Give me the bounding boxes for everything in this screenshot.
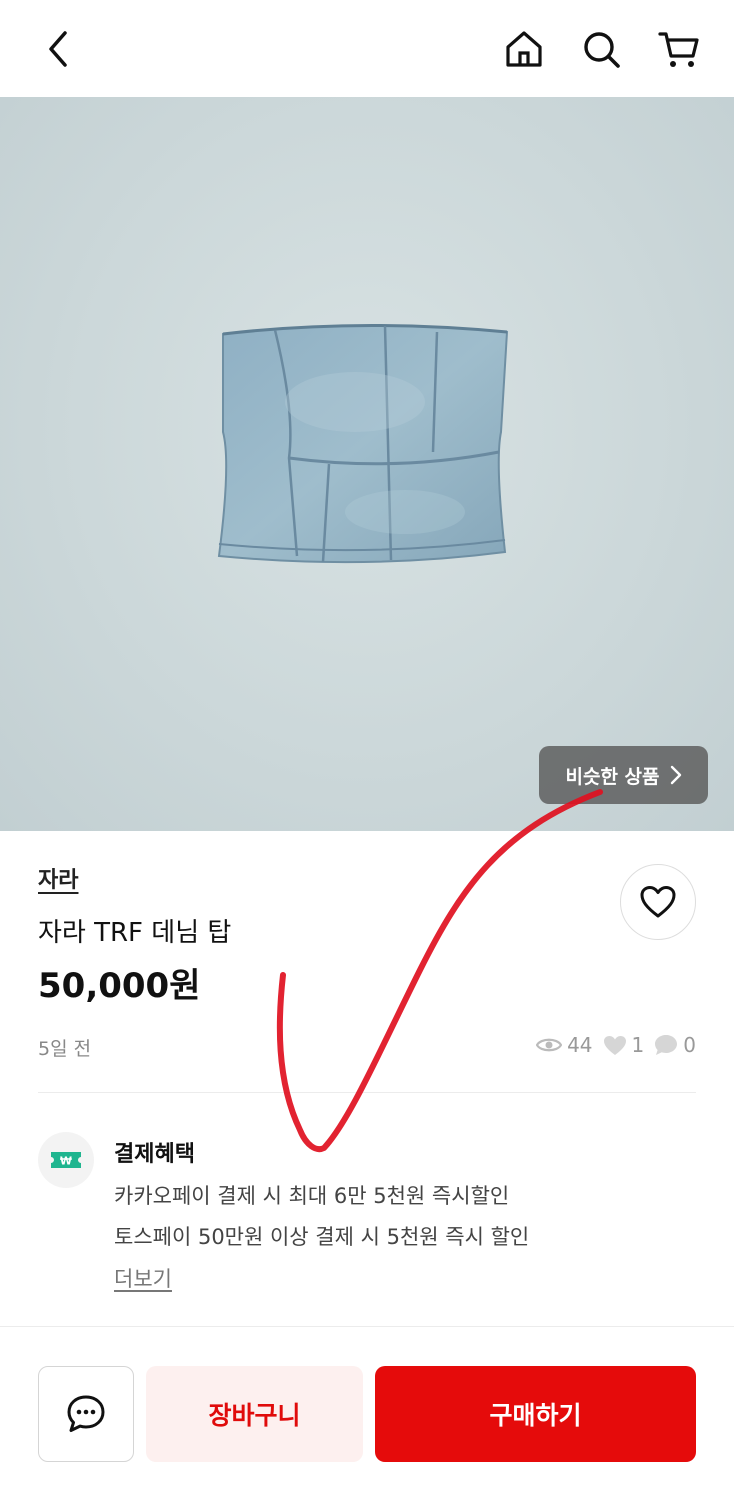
divider bbox=[0, 1326, 734, 1327]
likes-stat: 1 bbox=[603, 1033, 645, 1057]
chevron-left-icon bbox=[49, 31, 67, 67]
search-icon bbox=[584, 32, 620, 68]
home-button[interactable] bbox=[499, 24, 549, 74]
product-price: 50,000원 bbox=[38, 966, 201, 1006]
payment-benefit-icon: ₩ bbox=[38, 1132, 94, 1188]
denim-top-image bbox=[217, 323, 509, 564]
benefit-line-tosspay: 토스페이 50만원 이상 결제 시 5천원 즉시 할인 bbox=[114, 1225, 530, 1249]
divider bbox=[38, 1092, 696, 1093]
chat-bubble-icon bbox=[655, 1035, 678, 1055]
like-button[interactable] bbox=[620, 864, 696, 940]
payment-benefit-title: 결제혜택 bbox=[114, 1142, 195, 1167]
add-to-cart-button[interactable]: 장바구니 bbox=[146, 1366, 363, 1462]
back-button[interactable] bbox=[34, 24, 84, 74]
product-title: 자라 TRF 데님 탑 bbox=[38, 918, 232, 948]
search-button[interactable] bbox=[576, 24, 626, 74]
similar-products-label: 비슷한 상품 bbox=[565, 765, 660, 788]
likes-count: 1 bbox=[631, 1033, 645, 1057]
chevron-right-icon bbox=[670, 765, 681, 785]
cart-button[interactable] bbox=[654, 24, 704, 74]
similar-products-button[interactable]: 비슷한 상품 bbox=[539, 746, 708, 804]
chat-icon bbox=[67, 1395, 105, 1432]
cart-icon bbox=[658, 32, 699, 67]
views-stat: 44 bbox=[536, 1033, 593, 1057]
svg-text:₩: ₩ bbox=[60, 1155, 72, 1168]
posted-time: 5일 전 bbox=[38, 1038, 92, 1060]
eye-icon bbox=[536, 1038, 563, 1052]
heart-icon bbox=[640, 886, 676, 918]
buy-now-button[interactable]: 구매하기 bbox=[375, 1366, 696, 1462]
comments-stat: 0 bbox=[654, 1033, 696, 1057]
home-icon bbox=[506, 31, 542, 67]
top-navigation-bar bbox=[0, 0, 734, 97]
product-image[interactable] bbox=[0, 97, 734, 831]
chat-button[interactable] bbox=[38, 1366, 134, 1462]
won-ticket-icon: ₩ bbox=[51, 1152, 81, 1168]
benefit-line-kakaopay: 카카오페이 결제 시 최대 6만 5천원 즉시할인 bbox=[114, 1184, 510, 1208]
brand-link[interactable]: 자라 bbox=[38, 862, 78, 894]
product-stats: 44 1 0 bbox=[536, 1033, 696, 1057]
see-more-link[interactable]: 더보기 bbox=[114, 1263, 172, 1293]
views-count: 44 bbox=[567, 1033, 593, 1057]
heart-filled-icon bbox=[603, 1035, 626, 1055]
comments-count: 0 bbox=[683, 1033, 696, 1057]
